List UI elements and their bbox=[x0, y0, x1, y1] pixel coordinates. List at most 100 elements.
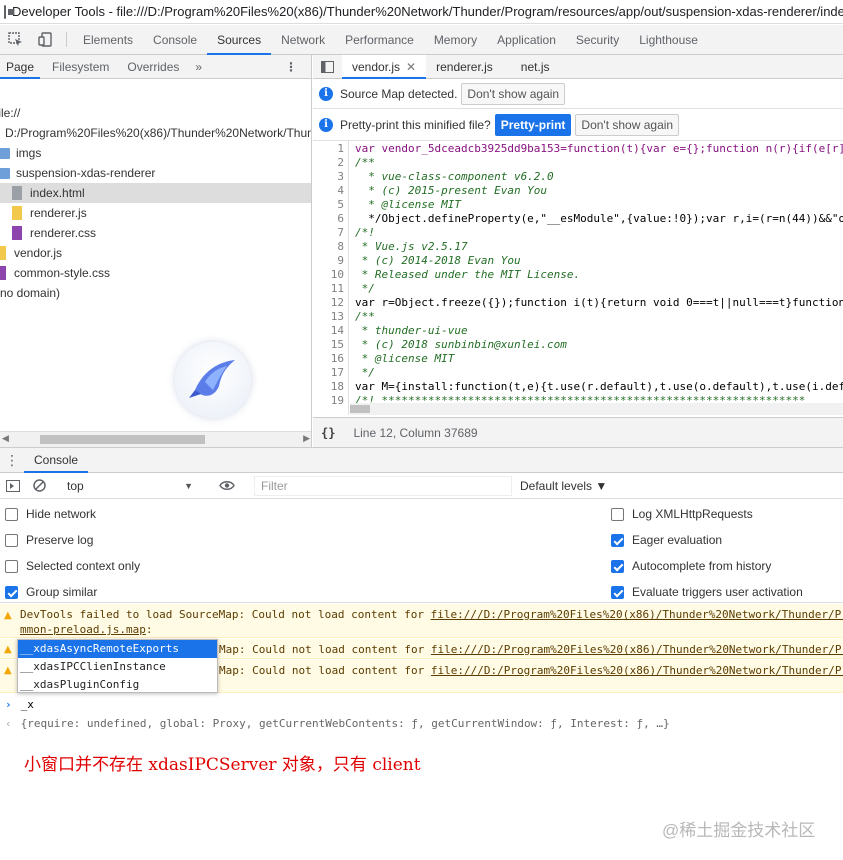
editor-scrollbar[interactable] bbox=[350, 403, 843, 415]
tab-filesystem[interactable]: Filesystem bbox=[46, 55, 115, 78]
navigator-scrollbar[interactable]: ◀ ▶ bbox=[0, 431, 311, 447]
scrollbar-thumb[interactable] bbox=[40, 435, 205, 444]
line-number: 4 bbox=[337, 184, 344, 197]
checkbox-box[interactable] bbox=[611, 559, 624, 573]
show-sidebar-icon[interactable] bbox=[0, 479, 26, 492]
checkbox-box[interactable] bbox=[5, 533, 18, 547]
eager-evaluation-checkbox[interactable]: Eager evaluation bbox=[611, 533, 722, 547]
preserve-log-checkbox[interactable]: Preserve log bbox=[5, 533, 93, 547]
checkbox-label: Selected context only bbox=[26, 559, 141, 573]
code-line: * (c) 2015-present Evan You bbox=[355, 184, 548, 197]
console-input[interactable]: _x bbox=[21, 698, 34, 711]
selected-context-checkbox[interactable]: Selected context only bbox=[5, 559, 140, 573]
tree-item-imgs[interactable]: imgs bbox=[0, 143, 41, 163]
warning-text: Map: Could not load content for bbox=[219, 643, 431, 656]
checkbox-label: Group similar bbox=[26, 585, 98, 599]
autocomplete-item[interactable]: __xdasPluginConfig bbox=[18, 676, 217, 694]
more-tabs-icon[interactable]: » bbox=[189, 55, 208, 78]
file-tab-net-js[interactable]: net.js bbox=[511, 55, 560, 78]
file-tab-renderer-js[interactable]: renderer.js bbox=[426, 55, 503, 78]
tree-item-renderer-js[interactable]: renderer.js bbox=[12, 203, 87, 223]
context-value: top bbox=[67, 478, 84, 493]
console-drawer-tabs: ⋮ Console bbox=[0, 447, 843, 473]
context-selector[interactable]: top ▼ bbox=[60, 476, 200, 496]
line-number: 5 bbox=[337, 198, 344, 211]
line-number: 1 bbox=[337, 142, 344, 155]
tab-security[interactable]: Security bbox=[566, 25, 629, 54]
tree-item-common-style[interactable]: common-style.css bbox=[0, 263, 110, 283]
tree-item-index-html[interactable]: index.html bbox=[0, 183, 311, 203]
close-tab-icon[interactable]: ✕ bbox=[406, 60, 416, 74]
scroll-left-icon[interactable]: ◀ bbox=[2, 433, 9, 444]
checkbox-label: Preserve log bbox=[26, 533, 94, 547]
tab-application[interactable]: Application bbox=[487, 25, 566, 54]
console-prompt[interactable]: › _x bbox=[0, 694, 843, 714]
toggle-navigator-icon[interactable] bbox=[313, 55, 342, 78]
group-similar-checkbox[interactable]: Group similar bbox=[5, 585, 97, 599]
tab-console[interactable]: Console bbox=[143, 25, 207, 54]
tab-performance[interactable]: Performance bbox=[335, 25, 424, 54]
drawer-menu-icon[interactable]: ⋮ bbox=[0, 448, 24, 472]
warning-icon: ▲ bbox=[4, 665, 12, 676]
tree-item-vendor-js[interactable]: vendor.js bbox=[0, 243, 62, 263]
log-levels-dropdown[interactable]: Default levels ▼ bbox=[520, 479, 607, 493]
inspect-element-icon[interactable] bbox=[0, 25, 30, 54]
tab-elements[interactable]: Elements bbox=[73, 25, 143, 54]
line-number: 9 bbox=[337, 254, 344, 267]
pretty-print-button[interactable]: Pretty-print bbox=[494, 113, 572, 136]
tab-sources[interactable]: Sources bbox=[207, 25, 272, 55]
checkbox-label: Log XMLHttpRequests bbox=[632, 507, 753, 521]
checkbox-box[interactable] bbox=[611, 507, 624, 521]
tab-page[interactable]: Page bbox=[0, 55, 41, 79]
tab-network[interactable]: Network bbox=[271, 25, 335, 54]
code-editor[interactable]: 1 2 3 4 5 6 7 8 9 10 11 12 13 14 15 16 1… bbox=[313, 141, 843, 415]
drawer-tab-console[interactable]: Console bbox=[24, 448, 89, 473]
autocomplete-history-checkbox[interactable]: Autocomplete from history bbox=[611, 559, 771, 573]
line-number: 10 bbox=[330, 268, 344, 281]
line-number: 2 bbox=[337, 156, 344, 169]
line-number: 12 bbox=[330, 296, 344, 309]
checkbox-box[interactable] bbox=[5, 585, 18, 599]
tree-item-label: suspension-xdas-renderer bbox=[16, 166, 156, 180]
navigator-menu-icon[interactable]: ⋮ bbox=[279, 55, 303, 78]
device-toolbar-icon[interactable] bbox=[30, 25, 60, 54]
pretty-print-braces-icon[interactable]: {} bbox=[321, 426, 335, 440]
tab-lighthouse[interactable]: Lighthouse bbox=[629, 25, 708, 54]
console-filter-input[interactable]: Filter bbox=[254, 475, 512, 496]
file-tab-vendor-js[interactable]: vendor.js ✕ bbox=[342, 55, 427, 79]
tab-memory[interactable]: Memory bbox=[424, 25, 487, 54]
log-xhr-checkbox[interactable]: Log XMLHttpRequests bbox=[611, 507, 753, 521]
checkbox-box[interactable] bbox=[5, 507, 18, 521]
checkbox-box[interactable] bbox=[611, 533, 624, 547]
line-number: 17 bbox=[330, 366, 344, 379]
eager-eval-result: ‹ {require: undefined, global: Proxy, ge… bbox=[0, 713, 843, 733]
pretty-print-infobar: i Pretty-print this minified file? Prett… bbox=[313, 109, 843, 141]
autocomplete-item[interactable]: __xdasAsyncRemoteExports bbox=[18, 640, 217, 658]
sources-navigator: Page Filesystem Overrides » ⋮ file:// D:… bbox=[0, 55, 312, 447]
scroll-right-icon[interactable]: ▶ bbox=[303, 433, 310, 444]
warning-link[interactable]: file:///D:/Program%20Files%20(x86)/Thund… bbox=[431, 643, 843, 656]
checkbox-box[interactable] bbox=[611, 585, 624, 599]
dont-show-again-button[interactable]: Don't show again bbox=[461, 82, 566, 105]
warning-link[interactable]: file:///D:/Program%20Files%20(x86)/Thund… bbox=[431, 608, 843, 621]
tree-path-folder[interactable]: D:/Program%20Files%20(x86)/Thunder%20Net… bbox=[5, 123, 311, 143]
live-expression-eye-icon[interactable] bbox=[214, 480, 240, 491]
tree-item-no-domain[interactable]: (no domain) bbox=[0, 283, 60, 303]
code-line: * Released under the MIT License. bbox=[355, 268, 581, 281]
hide-network-checkbox[interactable]: Hide network bbox=[5, 507, 96, 521]
scrollbar-thumb[interactable] bbox=[350, 405, 370, 413]
evaluate-triggers-checkbox[interactable]: Evaluate triggers user activation bbox=[611, 585, 803, 599]
tab-overrides[interactable]: Overrides bbox=[121, 55, 185, 78]
line-gutter: 1 2 3 4 5 6 7 8 9 10 11 12 13 14 15 16 1… bbox=[313, 141, 349, 415]
checkbox-box[interactable] bbox=[5, 559, 18, 573]
code-line: * @license MIT bbox=[355, 198, 461, 211]
clear-console-icon[interactable] bbox=[26, 479, 52, 492]
tree-root-file[interactable]: file:// bbox=[0, 103, 20, 123]
warning-link[interactable]: mmon-preload.js.map bbox=[20, 623, 146, 636]
warning-link[interactable]: file:///D:/Program%20Files%20(x86)/Thund… bbox=[431, 664, 843, 677]
warning-text: Map: Could not load content for bbox=[219, 664, 431, 677]
dont-show-again-button[interactable]: Don't show again bbox=[575, 113, 680, 136]
tree-item-suspension[interactable]: suspension-xdas-renderer bbox=[0, 163, 155, 183]
tree-item-renderer-css[interactable]: renderer.css bbox=[12, 223, 96, 243]
autocomplete-item[interactable]: __xdasIPCClienInstance bbox=[18, 658, 217, 676]
